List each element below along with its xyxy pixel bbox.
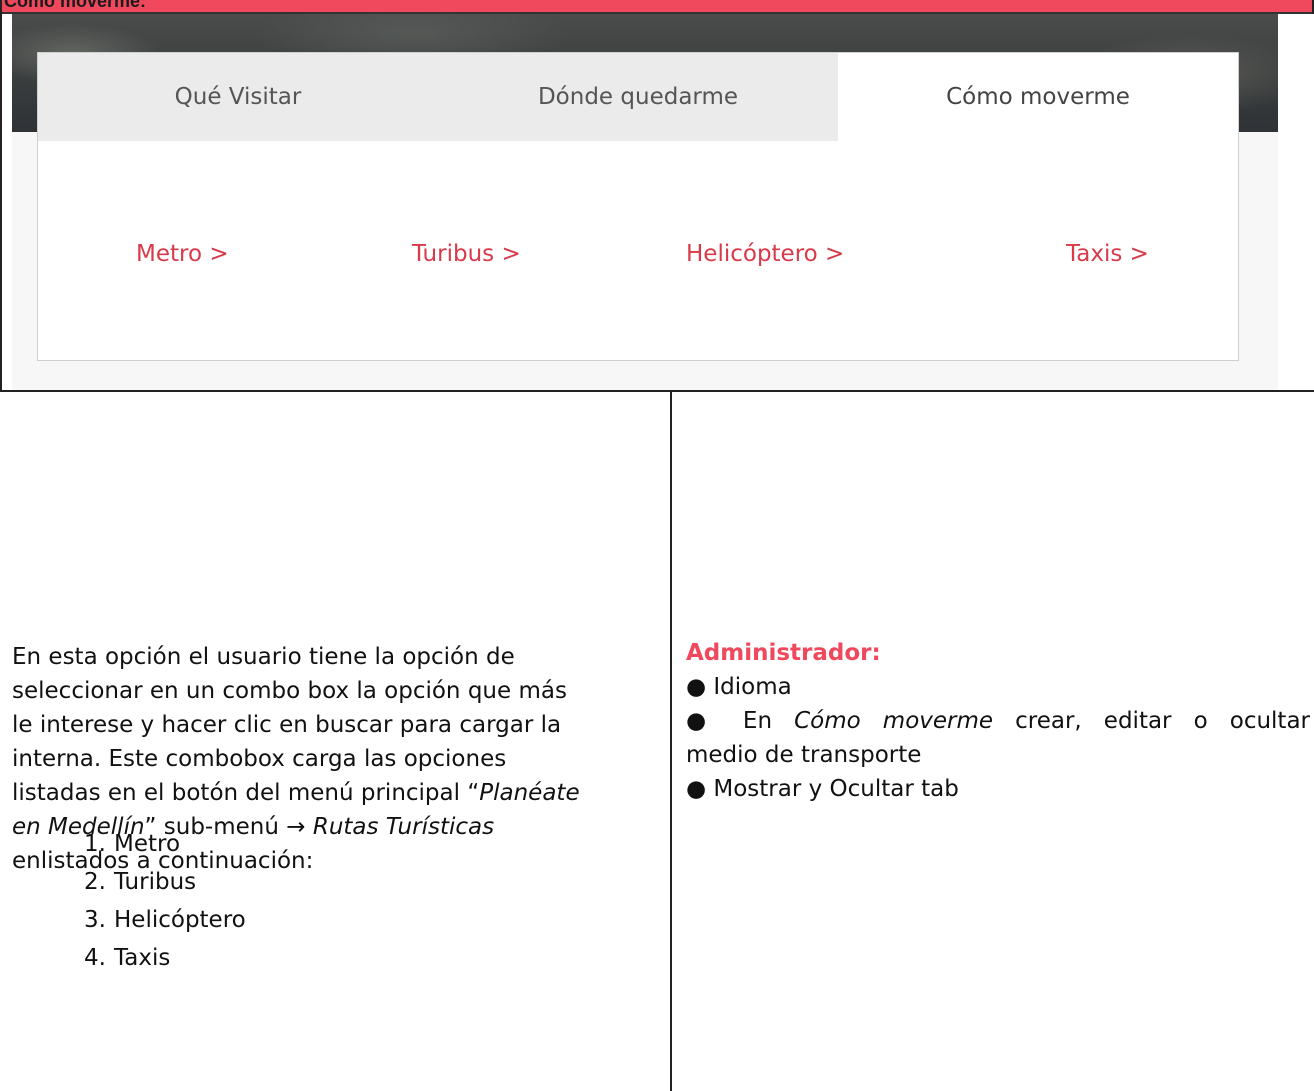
bullet-icon: ● xyxy=(686,674,707,700)
helicoptero-link[interactable]: Helicóptero > xyxy=(686,241,844,267)
turibus-link[interactable]: Turibus > xyxy=(412,241,521,267)
description-line: le interese y hacer clic en buscar para … xyxy=(12,712,562,738)
admin-item: ● Idioma xyxy=(686,674,792,700)
description-line: seleccionar en un combo box la opción qu… xyxy=(12,678,567,704)
admin-section: Administrador: ● Idioma ● En Cómo moverm… xyxy=(686,636,1310,806)
table-column-divider xyxy=(670,392,672,1091)
list-item: 3. Helicóptero xyxy=(84,907,246,933)
admin-title: Administrador: xyxy=(686,640,881,666)
screenshot-margin xyxy=(1278,14,1314,390)
list-item: 1. Metro xyxy=(84,831,181,857)
description-line: En esta opción el usuario tiene la opció… xyxy=(12,644,515,670)
ui-screenshot: Qué Visitar Dónde quedarme Cómo moverme … xyxy=(12,14,1278,390)
admin-item: ● En Cómo moverme crear, editar o oculta… xyxy=(686,708,1310,734)
list-item: 2. Turibus xyxy=(84,869,197,895)
taxis-link[interactable]: Taxis > xyxy=(1066,241,1149,267)
tab-donde-quedarme[interactable]: Dónde quedarme xyxy=(438,53,838,141)
transport-list: 1. Metro 2. Turibus 3. Helicóptero 4. Taxis xyxy=(84,825,246,977)
tabs-row: Qué Visitar Dónde quedarme Cómo moverme xyxy=(38,53,1238,141)
bullet-icon: ● xyxy=(686,776,707,802)
description-line: listadas en el botón del menú principal … xyxy=(12,780,580,806)
metro-link[interactable]: Metro > xyxy=(136,241,229,267)
document-page: Cómo moverme: Qué Visitar Dónde quedarme… xyxy=(0,0,1314,1091)
table-left-border xyxy=(0,0,2,392)
section-header-bar: Cómo moverme: xyxy=(0,0,1314,14)
tab-que-visitar[interactable]: Qué Visitar xyxy=(38,53,438,141)
table-row-divider xyxy=(0,390,1314,392)
admin-item: ● Mostrar y Ocultar tab xyxy=(686,776,959,802)
arrow-icon: → xyxy=(286,814,306,840)
description-line: interna. Este combobox carga las opcione… xyxy=(12,746,507,772)
bullet-icon: ● xyxy=(686,708,721,734)
section-header-text: Cómo moverme: xyxy=(4,0,147,11)
admin-item-continuation: medio de transporte xyxy=(686,742,922,768)
tab-como-moverme[interactable]: Cómo moverme xyxy=(838,53,1238,141)
transport-links-row: Metro > Turibus > Helicóptero > Taxis > xyxy=(38,241,1238,281)
tabs-panel: Qué Visitar Dónde quedarme Cómo moverme … xyxy=(37,52,1239,361)
list-item: 4. Taxis xyxy=(84,945,171,971)
